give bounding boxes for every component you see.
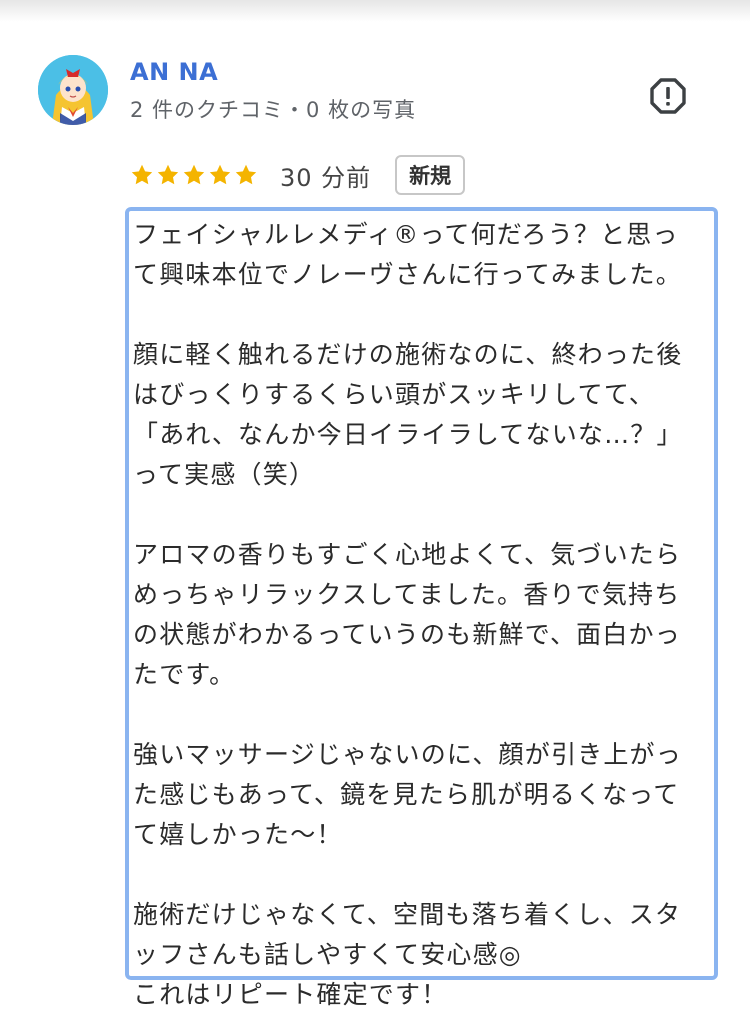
star-icon: [235, 164, 257, 185]
top-shadow-bar: [0, 0, 750, 22]
review-line: ッフさんも話しやすくて安心感◎: [133, 940, 522, 969]
star-icon: [183, 164, 205, 185]
star-icon: [209, 164, 231, 185]
review-line: 施術だけじゃなくて、空間も落ち着くし、スタ: [133, 900, 682, 929]
review-line: これはリピート確定です！: [133, 980, 448, 1009]
review-line: 顔に軽く触れるだけの施術なのに、終わった後: [133, 340, 683, 369]
review-line: アロマの香りもすごく心地よくて、気づいたら: [133, 540, 682, 569]
review-line: た感じもあって、鏡を見たら肌が明るくなって: [133, 780, 680, 809]
review-line: の状態がわかるっていうのも新鮮で、面白かっ: [133, 620, 681, 649]
report-button[interactable]: [648, 76, 688, 116]
review-line: て興味本位でノレーヴさんに行ってみました。: [133, 260, 682, 289]
review-line: めっちゃリラックスしてました。香りで気持ち: [133, 580, 681, 609]
review-line: って実感（笑）: [133, 460, 316, 489]
review-line: 強いマッサージじゃないのに、顔が引き上がっ: [133, 740, 682, 769]
review-line: はびっくりするくらい頭がスッキリしてて、: [133, 380, 656, 409]
star-rating: [130, 163, 258, 187]
reviewer-stats: 2 件のクチコミ・0 枚の写真: [130, 98, 417, 122]
new-badge: 新規: [395, 155, 466, 195]
star-icon: [157, 164, 179, 185]
report-flag-icon: [650, 78, 686, 114]
rating-row: 30 分前 新規: [130, 152, 466, 198]
review-text-box[interactable]: フェイシャルレメディ®って何だろう？と思っ て興味本位でノレーヴさんに行ってみまし…: [125, 207, 718, 1009]
star-icon: [131, 164, 153, 185]
reviewer-name[interactable]: AN NA: [130, 58, 218, 86]
review-line: フェイシャルレメディ®って何だろう？と思っ: [133, 220, 679, 249]
anime-character-avatar-icon: [38, 55, 108, 125]
review-time: 30 分前: [280, 163, 372, 192]
review-line: 「あれ、なんか今日イライラしてないな…？」: [133, 420, 683, 449]
review-line: たです。: [133, 660, 236, 689]
review-line: て嬉しかった〜！: [133, 820, 343, 849]
avatar[interactable]: [38, 55, 108, 125]
